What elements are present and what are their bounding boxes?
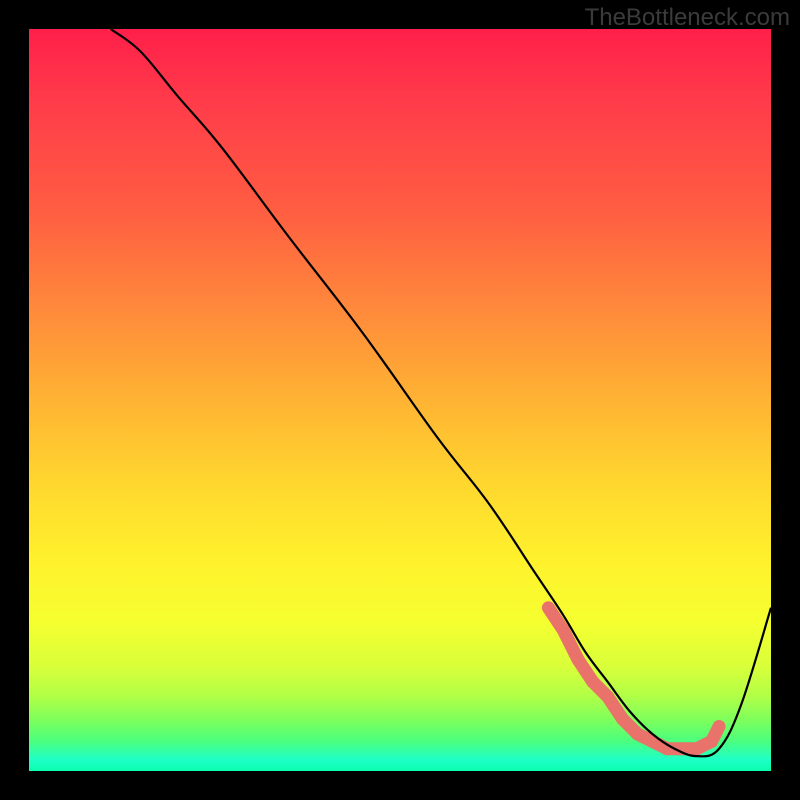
chart-container: TheBottleneck.com xyxy=(0,0,800,800)
marker-segment xyxy=(712,726,719,741)
marker-band xyxy=(548,608,719,751)
watermark-label: TheBottleneck.com xyxy=(585,4,790,32)
curve-layer xyxy=(29,29,771,771)
bottleneck-curve xyxy=(111,29,771,756)
plot-area xyxy=(29,29,771,771)
